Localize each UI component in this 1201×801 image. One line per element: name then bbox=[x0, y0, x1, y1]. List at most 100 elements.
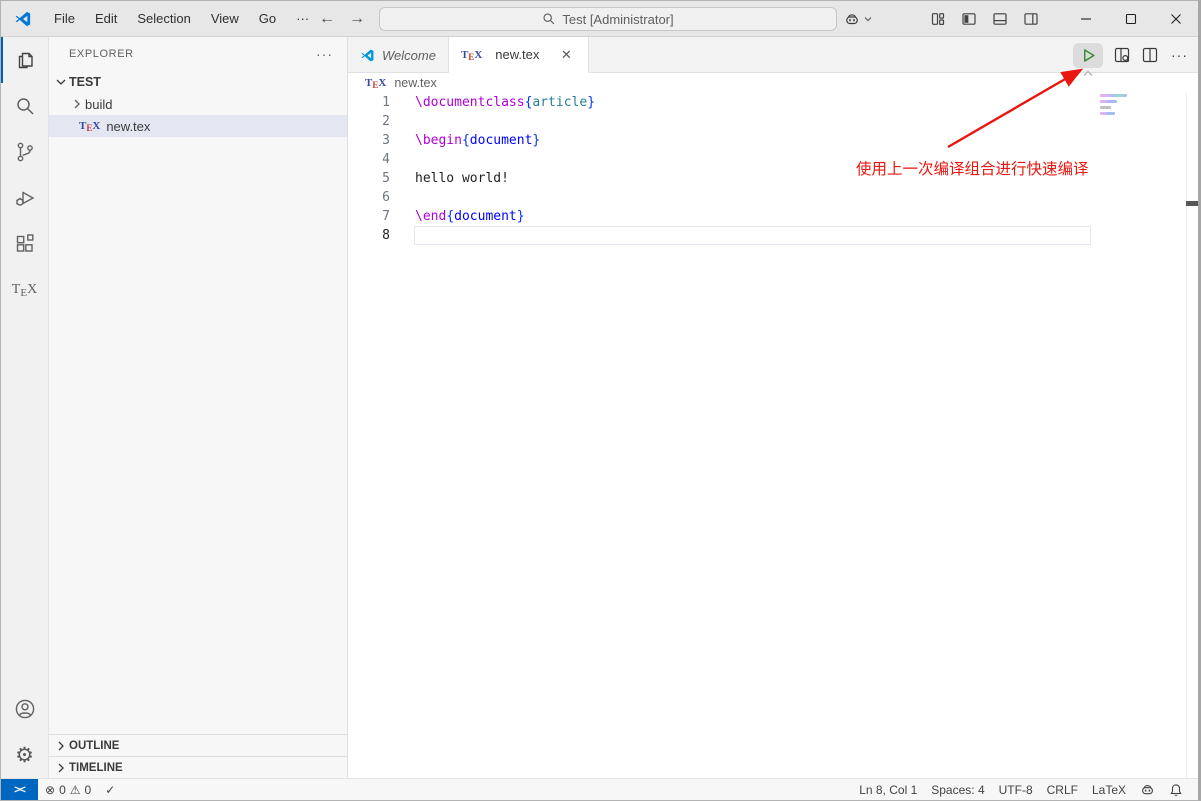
remote-icon: >< bbox=[14, 783, 26, 796]
activity-source-control[interactable] bbox=[1, 129, 48, 175]
code-line: 7 \end{document} bbox=[348, 207, 1091, 226]
folder-build[interactable]: build bbox=[49, 93, 347, 115]
search-icon bbox=[543, 13, 555, 25]
build-latex-button[interactable] bbox=[1073, 42, 1103, 76]
activity-latex-workshop[interactable]: TEX bbox=[1, 267, 48, 313]
editor-more-actions[interactable]: ··· bbox=[1169, 47, 1190, 63]
customize-layout-icon[interactable] bbox=[930, 11, 946, 27]
code-editor[interactable]: 1 \documentclass{article} 2 3 \begin{doc… bbox=[348, 93, 1091, 245]
timeline-label: TIMELINE bbox=[69, 761, 123, 774]
folder-root-test[interactable]: TEST bbox=[49, 71, 347, 93]
code-line: 3 \begin{document} bbox=[348, 131, 1091, 150]
account-icon bbox=[15, 699, 34, 719]
indentation-status[interactable]: Spaces: 4 bbox=[924, 779, 991, 801]
line-number: 3 bbox=[382, 133, 390, 148]
warning-icon: ⚠ bbox=[69, 782, 81, 797]
toggle-secondary-sidebar-icon[interactable] bbox=[1023, 11, 1039, 27]
line-number: 6 bbox=[382, 190, 390, 205]
code-token: { bbox=[446, 209, 455, 224]
tab-label: new.tex bbox=[495, 47, 540, 62]
tex-file-icon: TEX bbox=[460, 48, 483, 62]
minimize-icon bbox=[1080, 18, 1091, 20]
status-bar: >< ⊗ 0 ⚠ 0 ✓ Ln 8, Col 1 Spaces: 4 UTF-8… bbox=[1, 778, 1198, 800]
latex-build-status[interactable]: ✓ bbox=[98, 779, 122, 801]
menu-go[interactable]: Go bbox=[249, 6, 286, 31]
file-label: new.tex bbox=[106, 118, 151, 134]
sidebar-header: EXPLORER ··· bbox=[49, 37, 347, 71]
menu-view[interactable]: View bbox=[201, 6, 249, 31]
vscode-logo-icon bbox=[15, 11, 31, 26]
view-pdf-icon[interactable] bbox=[1113, 46, 1131, 64]
activity-search[interactable] bbox=[1, 83, 48, 129]
menu-selection[interactable]: Selection bbox=[127, 6, 200, 31]
error-icon: ⊗ bbox=[45, 782, 56, 797]
window-close-button[interactable] bbox=[1153, 1, 1198, 37]
line-number: 2 bbox=[382, 114, 390, 129]
tab-welcome[interactable]: Welcome bbox=[348, 37, 449, 73]
nav-forward-icon[interactable]: → bbox=[349, 10, 365, 28]
chevron-down-icon bbox=[53, 74, 69, 90]
language-mode-status[interactable]: LaTeX bbox=[1085, 779, 1133, 801]
copilot-menu[interactable] bbox=[844, 1, 873, 37]
code-token: } bbox=[516, 209, 525, 224]
activity-bar: TEX ⚙ bbox=[1, 37, 49, 778]
window-maximize-button[interactable] bbox=[1108, 1, 1153, 37]
code-token: document bbox=[454, 209, 517, 224]
minimap-line bbox=[1100, 94, 1127, 97]
bell-icon bbox=[1170, 783, 1182, 796]
window-minimize-button[interactable] bbox=[1063, 1, 1108, 37]
copilot-status[interactable] bbox=[1133, 779, 1162, 801]
error-count: 0 bbox=[59, 782, 66, 797]
code-token: \begin bbox=[415, 133, 462, 148]
notifications-bell[interactable] bbox=[1162, 779, 1190, 801]
problems-status[interactable]: ⊗ 0 ⚠ 0 bbox=[38, 779, 98, 801]
chevron-right-icon bbox=[69, 96, 85, 112]
line-number: 5 bbox=[382, 171, 390, 186]
code-token: } bbox=[532, 133, 541, 148]
code-line: 5 hello world! bbox=[348, 169, 1091, 188]
command-center-label: Test [Administrator] bbox=[562, 11, 674, 27]
activity-settings[interactable]: ⚙ bbox=[1, 732, 48, 778]
line-number: 8 bbox=[382, 228, 390, 243]
activity-run-debug[interactable] bbox=[1, 175, 48, 221]
explorer-more-actions[interactable]: ··· bbox=[316, 46, 333, 62]
menu-file[interactable]: File bbox=[44, 6, 85, 31]
outline-section[interactable]: OUTLINE bbox=[49, 734, 347, 756]
split-editor-icon[interactable] bbox=[1141, 46, 1159, 64]
code-token: document bbox=[469, 133, 533, 148]
maximize-icon bbox=[1125, 13, 1136, 25]
menu-edit[interactable]: Edit bbox=[85, 6, 127, 31]
activity-explorer[interactable] bbox=[1, 37, 48, 83]
tab-new-tex[interactable]: TEX new.tex ✕ bbox=[448, 37, 590, 73]
vscode-logo-icon bbox=[361, 49, 374, 61]
cursor-position-status[interactable]: Ln 8, Col 1 bbox=[852, 779, 924, 801]
code-token: } bbox=[587, 95, 596, 110]
toggle-primary-sidebar-icon[interactable] bbox=[961, 11, 977, 27]
nav-back-icon[interactable]: ← bbox=[319, 10, 335, 28]
minimap[interactable] bbox=[1100, 94, 1134, 118]
explorer-icon bbox=[18, 52, 33, 69]
outline-label: OUTLINE bbox=[69, 739, 120, 752]
search-icon bbox=[16, 98, 34, 115]
status-bar-right: Ln 8, Col 1 Spaces: 4 UTF-8 CRLF LaTeX bbox=[852, 779, 1198, 801]
code-token: article bbox=[532, 95, 588, 110]
toggle-panel-icon[interactable] bbox=[992, 11, 1008, 27]
command-center-search[interactable]: Test [Administrator] bbox=[379, 7, 837, 31]
remote-indicator[interactable]: >< bbox=[1, 778, 38, 800]
encoding-status[interactable]: UTF-8 bbox=[992, 779, 1040, 801]
check-icon: ✓ bbox=[105, 782, 116, 797]
minimap-line bbox=[1100, 112, 1115, 115]
eol-status[interactable]: CRLF bbox=[1040, 779, 1085, 801]
timeline-section[interactable]: TIMELINE bbox=[49, 756, 347, 778]
tab-close-icon[interactable]: ✕ bbox=[556, 45, 576, 65]
breadcrumb[interactable]: TEX new.tex bbox=[348, 73, 1198, 93]
line-number: 4 bbox=[382, 152, 390, 167]
file-new-tex[interactable]: TEX new.tex bbox=[49, 115, 347, 137]
activity-account[interactable] bbox=[1, 686, 48, 732]
warning-count: 0 bbox=[84, 782, 92, 797]
overview-ruler-cursor-marker bbox=[1186, 201, 1198, 206]
menu-more[interactable]: ··· bbox=[286, 6, 319, 31]
activity-extensions[interactable] bbox=[1, 221, 48, 267]
chevron-right-icon bbox=[53, 760, 69, 776]
tex-file-icon: TEX bbox=[79, 120, 101, 133]
